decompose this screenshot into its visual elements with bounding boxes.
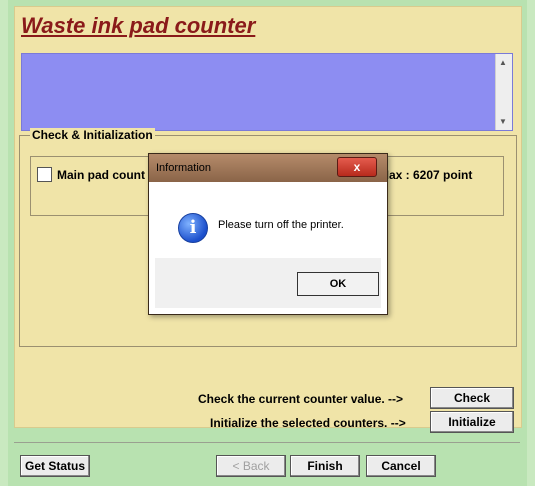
information-dialog: Information x i Please turn off the prin…: [148, 153, 388, 315]
cancel-button[interactable]: Cancel: [366, 455, 436, 477]
info-icon: i: [178, 213, 208, 243]
status-scrollbar[interactable]: ▲ ▼: [495, 54, 512, 130]
dialog-footer: OK: [155, 258, 381, 308]
dialog-titlebar[interactable]: Information x: [149, 154, 387, 182]
page-title: Waste ink pad counter: [21, 13, 256, 38]
main-pad-checkbox[interactable]: [37, 167, 52, 182]
check-prompt-text: Check the current counter value. -->: [198, 392, 404, 406]
scroll-down-icon[interactable]: ▼: [499, 117, 507, 126]
status-text-box[interactable]: ▲ ▼: [21, 53, 513, 131]
initialize-button[interactable]: Initialize: [430, 411, 514, 433]
ok-button[interactable]: OK: [297, 272, 379, 296]
dialog-message: Please turn off the printer.: [218, 219, 344, 231]
check-button[interactable]: Check: [430, 387, 514, 409]
finish-button[interactable]: Finish: [290, 455, 360, 477]
footer-divider: [14, 442, 520, 443]
init-prompt-text: Initialize the selected counters. -->: [210, 416, 406, 430]
scroll-up-icon[interactable]: ▲: [499, 58, 507, 67]
main-pad-label: Main pad count: [57, 168, 145, 182]
dialog-title: Information: [156, 162, 212, 174]
max-points-label: Max : 6207 point: [379, 168, 473, 182]
close-icon[interactable]: x: [337, 157, 377, 177]
get-status-button[interactable]: Get Status: [20, 455, 90, 477]
group-legend: Check & Initialization: [30, 128, 155, 142]
back-button[interactable]: < Back: [216, 455, 286, 477]
